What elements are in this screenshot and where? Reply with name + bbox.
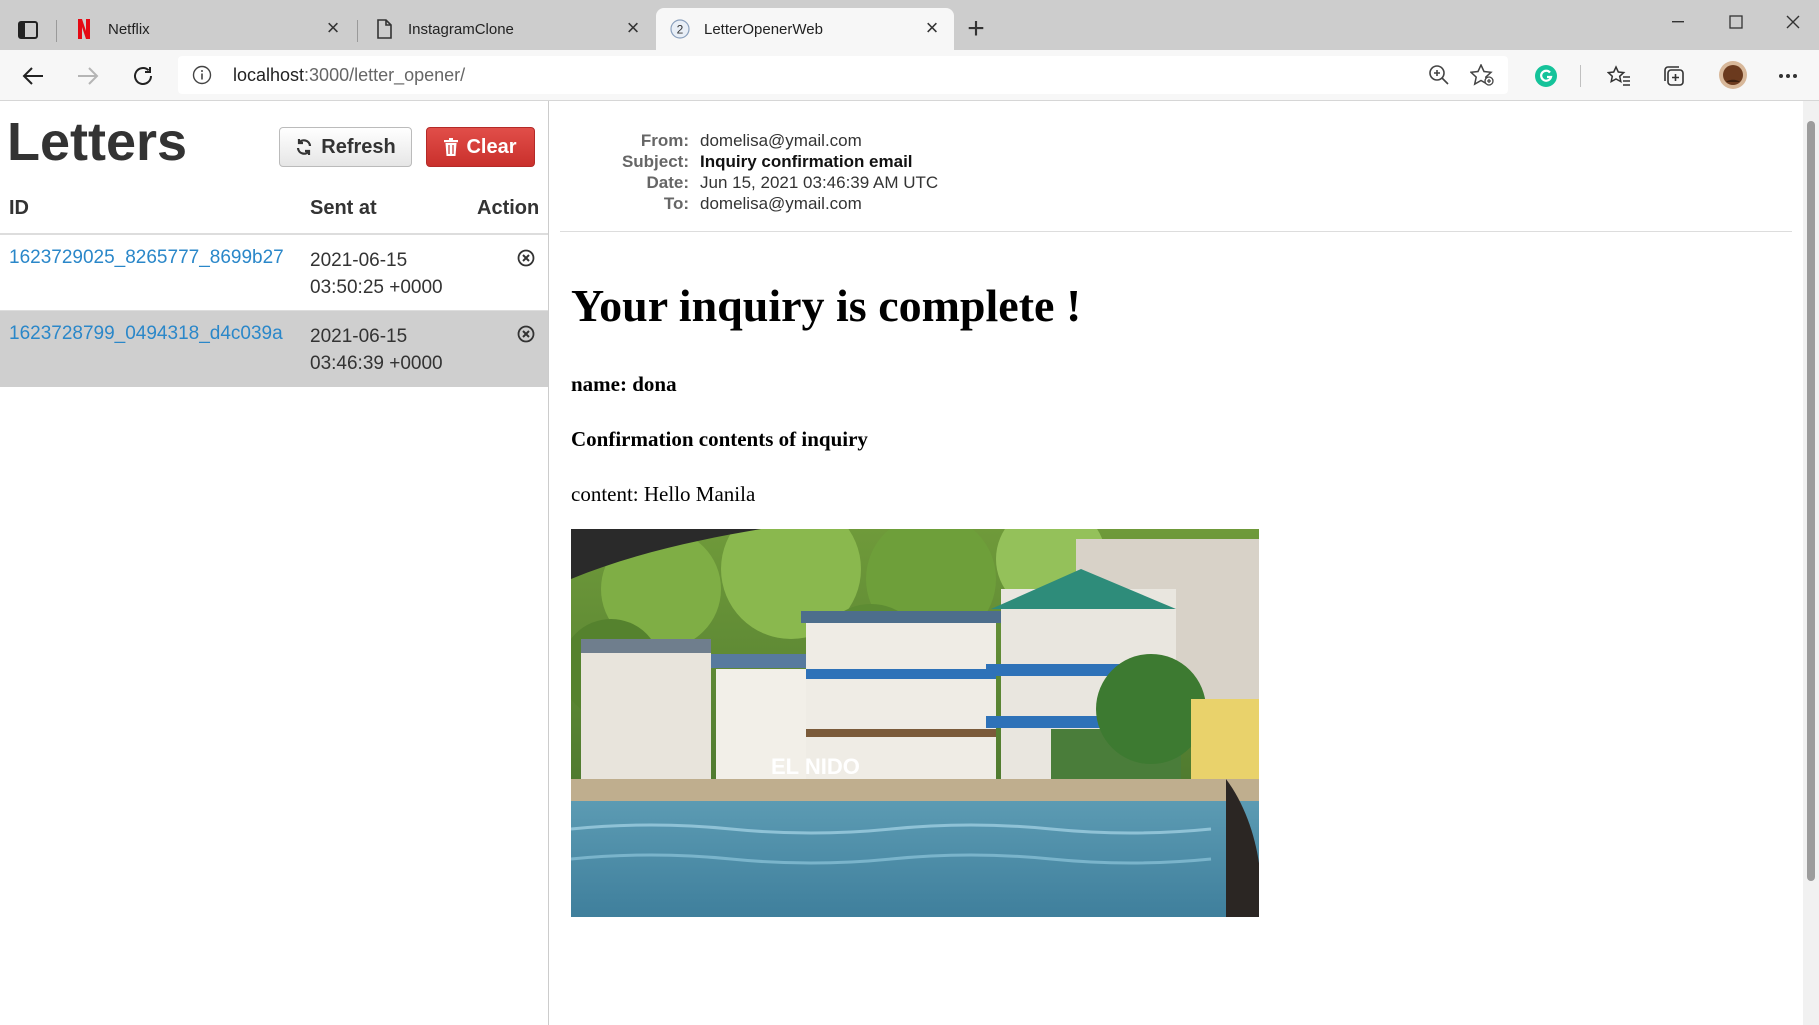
clear-button[interactable]: Clear bbox=[426, 127, 535, 167]
trash-icon bbox=[444, 138, 459, 156]
email-heading: Your inquiry is complete ! bbox=[571, 280, 1082, 331]
maximize-button[interactable] bbox=[1713, 8, 1759, 36]
favorites-icon[interactable] bbox=[1605, 62, 1633, 90]
url-path: :3000/letter_opener/ bbox=[304, 65, 466, 85]
sent-time: 03:46:39 +0000 bbox=[310, 353, 443, 374]
tab-actions-icon[interactable] bbox=[10, 12, 46, 48]
minimize-button[interactable] bbox=[1655, 8, 1701, 36]
svg-text:2: 2 bbox=[677, 23, 684, 37]
browser-toolbar: localhost:3000/letter_opener/ bbox=[0, 50, 1819, 101]
header-divider bbox=[560, 231, 1792, 232]
column-header-id: ID bbox=[9, 197, 29, 219]
letter-id-link[interactable]: 1623728799_0494318_d4c039a bbox=[9, 323, 283, 345]
add-favorite-icon[interactable] bbox=[1469, 63, 1494, 91]
close-window-button[interactable] bbox=[1770, 8, 1816, 36]
profile-avatar[interactable] bbox=[1717, 59, 1749, 91]
page-icon bbox=[374, 19, 394, 39]
sent-at-cell: 2021-06-15 03:46:39 +0000 bbox=[310, 323, 443, 377]
tab-title: LetterOpenerWeb bbox=[704, 20, 823, 38]
email-content-line: content: Hello Manila bbox=[571, 482, 756, 506]
tab-title: InstagramClone bbox=[408, 20, 514, 38]
date-value: Jun 15, 2021 03:46:39 AM UTC bbox=[700, 173, 939, 192]
close-icon[interactable]: × bbox=[623, 17, 643, 39]
refresh-label: Refresh bbox=[321, 135, 396, 158]
sent-time: 03:50:25 +0000 bbox=[310, 277, 443, 298]
grammarly-icon[interactable] bbox=[1532, 62, 1560, 90]
letters-pane: Letters Refresh Clear ID Sent at Action … bbox=[0, 101, 549, 1025]
close-icon[interactable]: × bbox=[922, 17, 942, 39]
date-label: Date: bbox=[646, 173, 689, 192]
back-button[interactable] bbox=[17, 60, 49, 92]
email-preview: From: domelisa@ymail.com Subject: Inquir… bbox=[549, 101, 1803, 1025]
collections-icon[interactable] bbox=[1660, 62, 1688, 90]
new-tab-button[interactable]: + bbox=[962, 14, 990, 44]
table-row[interactable]: 1623729025_8265777_8699b27 2021-06-15 03… bbox=[0, 235, 548, 311]
sent-date: 2021-06-15 bbox=[310, 250, 408, 271]
url-text[interactable]: localhost:3000/letter_opener/ bbox=[233, 65, 465, 86]
clear-label: Clear bbox=[466, 135, 517, 158]
column-header-action: Action bbox=[477, 197, 540, 219]
refresh-icon bbox=[297, 139, 312, 155]
letter-id-link[interactable]: 1623729025_8265777_8699b27 bbox=[9, 247, 284, 269]
scrollbar[interactable] bbox=[1803, 101, 1819, 1025]
sent-date: 2021-06-15 bbox=[310, 326, 408, 347]
refresh-button[interactable]: Refresh bbox=[279, 127, 412, 167]
delete-letter-icon[interactable] bbox=[517, 325, 535, 343]
page-title: Letters bbox=[7, 112, 188, 172]
photo-sign-text: EL NIDO bbox=[771, 754, 860, 779]
info-icon[interactable] bbox=[192, 65, 212, 85]
from-value: domelisa@ymail.com bbox=[700, 131, 862, 150]
tab-strip: Netflix × InstagramClone × 2 LetterOpene… bbox=[0, 0, 1819, 50]
email-photo: EL NIDO bbox=[571, 529, 1259, 917]
sent-at-cell: 2021-06-15 03:50:25 +0000 bbox=[310, 247, 443, 301]
tab-netflix[interactable]: Netflix × bbox=[60, 8, 355, 50]
url-host: localhost bbox=[233, 65, 305, 85]
more-menu-icon[interactable] bbox=[1774, 62, 1802, 90]
delete-letter-icon[interactable] bbox=[517, 249, 535, 267]
to-value: domelisa@ymail.com bbox=[700, 194, 862, 213]
subject-label: Subject: bbox=[621, 152, 689, 171]
tab-letteropenerweb[interactable]: 2 LetterOpenerWeb × bbox=[656, 8, 954, 50]
tab-instagramclone[interactable]: InstagramClone × bbox=[360, 8, 655, 50]
netflix-icon bbox=[74, 19, 94, 39]
email-name-line: name: dona bbox=[571, 372, 677, 396]
column-header-sent-at: Sent at bbox=[310, 197, 377, 219]
tab-title: Netflix bbox=[108, 20, 150, 38]
subject-value: Inquiry confirmation email bbox=[700, 152, 913, 171]
address-bar[interactable]: localhost:3000/letter_opener/ bbox=[178, 56, 1508, 94]
forward-button[interactable] bbox=[72, 60, 104, 92]
zoom-icon[interactable] bbox=[1428, 64, 1450, 91]
scrollbar-thumb[interactable] bbox=[1807, 121, 1815, 881]
reload-button[interactable] bbox=[127, 60, 159, 92]
close-icon[interactable]: × bbox=[323, 17, 343, 39]
tab-count-icon: 2 bbox=[670, 19, 690, 39]
to-label: To: bbox=[663, 194, 689, 213]
from-label: From: bbox=[640, 131, 689, 150]
table-row[interactable]: 1623728799_0494318_d4c039a 2021-06-15 03… bbox=[0, 311, 548, 387]
email-section-heading: Confirmation contents of inquiry bbox=[571, 427, 868, 451]
